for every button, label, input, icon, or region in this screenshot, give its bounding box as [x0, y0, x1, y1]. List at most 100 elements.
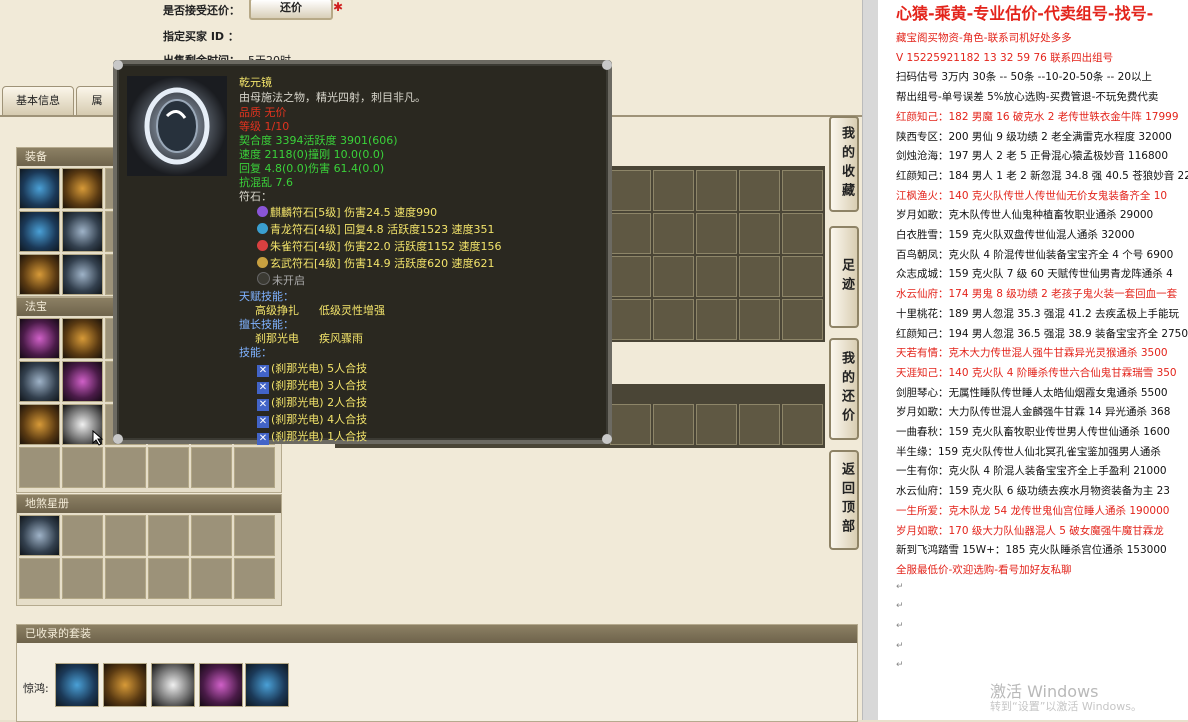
doc-line: 一曲春秋：159 克火队畜牧职业传世男人传世仙通杀 1600 [896, 426, 1170, 438]
doc-line: 红颜知己：182 男魔 16 破克水 2 老传世轶衣金牛阵 17999 [896, 110, 1179, 123]
treasure-slot[interactable] [62, 318, 103, 359]
treasure-slot[interactable] [191, 447, 232, 488]
combo-skill-icon: ✕ [257, 399, 269, 411]
doc-line: 陕西专区：200 男仙 9 级功绩 2 老全满雷克水程度 32000 [896, 130, 1172, 143]
star-map-slot[interactable] [62, 558, 103, 599]
inventory-slot[interactable] [653, 170, 694, 211]
inventory-slot[interactable] [653, 256, 694, 297]
equipment-slot[interactable] [19, 211, 60, 252]
paragraph-mark-icon: ↵ [896, 660, 904, 671]
doc-line: 天若有情：克木大力传世混人强牛甘霖异光灵猴通杀 3500 [896, 347, 1168, 360]
windows-activation-hint: 转到“设置”以激活 Windows。 [990, 700, 1142, 713]
star-map-slot[interactable] [105, 558, 146, 599]
treasure-slot[interactable] [19, 404, 60, 445]
suits-title: 已收录的套装 [17, 625, 857, 643]
tooltip-corner [602, 434, 612, 444]
star-map-slot[interactable] [191, 558, 232, 599]
inventory-slot[interactable] [739, 213, 780, 254]
inventory-slot[interactable] [696, 170, 737, 211]
inventory-slot[interactable] [782, 256, 823, 297]
suit-item[interactable] [199, 663, 243, 707]
suit-item[interactable] [245, 663, 289, 707]
treasure-slot[interactable] [62, 361, 103, 402]
suit-item[interactable] [151, 663, 195, 707]
star-map-slot[interactable] [234, 515, 275, 556]
inventory-slot[interactable] [610, 213, 651, 254]
inventory-slot[interactable] [610, 256, 651, 297]
treasure-slot[interactable] [19, 361, 60, 402]
combo-skill: (刹那光电) 2人合技 [271, 396, 368, 409]
doc-line: 扫码估号 3万内 30条 -- 50条 --10-20-50条 -- 20以上 [896, 71, 1153, 84]
tooltip-corner [113, 434, 123, 444]
doc-line: 帮出组号-单号误差 5%放心选购-买费管退-不玩免费代卖 [896, 91, 1159, 104]
rune-line: 朱雀符石[4级] 伤害22.0 活跃度1152 速度156 [270, 240, 502, 253]
inventory-slot[interactable] [696, 299, 737, 340]
inventory-slot[interactable] [782, 404, 823, 445]
star-map-slot[interactable] [234, 558, 275, 599]
window-separator [862, 0, 879, 720]
equipment-slot[interactable] [62, 211, 103, 252]
counter-offer-button[interactable]: 还价 [249, 0, 333, 20]
treasure-slot[interactable] [62, 447, 103, 488]
star-map-slot[interactable] [148, 558, 189, 599]
treasure-slot[interactable] [234, 447, 275, 488]
combo-skill: (刹那光电) 5人合技 [271, 362, 368, 375]
inventory-slot[interactable] [696, 256, 737, 297]
doc-line: V 15225921182 13 32 59 76 联系四出组号 [896, 51, 1114, 64]
combo-skill-icon: ✕ [257, 433, 269, 445]
star-map-slot[interactable] [191, 515, 232, 556]
inventory-slot[interactable] [696, 404, 737, 445]
doc-line: 新到飞鸿踏雪 15W+：185 克火队睡杀宫位通杀 153000 [896, 544, 1167, 557]
doc-line: 剑胆琴心：无属性睡队传世睡人太皓仙烟霞女鬼通杀 5500 [896, 386, 1168, 399]
equipment-slot[interactable] [62, 254, 103, 295]
suit-item[interactable] [103, 663, 147, 707]
treasure-slot[interactable] [148, 447, 189, 488]
inventory-slot[interactable] [653, 213, 694, 254]
runes-label: 符石： [239, 190, 272, 203]
star-map-slot[interactable] [19, 558, 60, 599]
inventory-slot[interactable] [653, 404, 694, 445]
xuanwu-rune-icon [257, 257, 268, 268]
equipment-slot[interactable] [19, 254, 60, 295]
star-map-slot[interactable] [62, 515, 103, 556]
doc-line: 十里桃花：189 男人忽混 35.3 强混 41.2 去疾孟极上手能玩 [896, 307, 1179, 320]
item-description: 由母施法之物，精光四射，刺目非凡。 [239, 91, 426, 104]
star-map-slot[interactable] [19, 515, 60, 556]
inventory-slot[interactable] [653, 299, 694, 340]
suit-item[interactable] [55, 663, 99, 707]
doc-line: 藏宝阁买物资-角色-联系司机好处多多 [896, 32, 1072, 44]
doc-title: 心猿-乘黄-专业估价-代卖组号-找号- [896, 4, 1154, 23]
tab-attributes[interactable]: 属 [76, 86, 118, 116]
side-tab-footprints[interactable]: 足迹 [829, 226, 859, 328]
paragraph-mark-icon: ↵ [896, 640, 904, 651]
treasure-slot[interactable] [105, 447, 146, 488]
inventory-slot[interactable] [610, 299, 651, 340]
treasure-slot[interactable] [19, 318, 60, 359]
inventory-slot[interactable] [610, 404, 651, 445]
inventory-slot[interactable] [610, 170, 651, 211]
inventory-slot[interactable] [696, 213, 737, 254]
inventory-slot[interactable] [739, 299, 780, 340]
treasure-slot[interactable] [19, 447, 60, 488]
side-tab-back-to-top[interactable]: 返回顶部 [829, 450, 859, 550]
doc-line: 天涯知己：140 克火队 4 阶睡杀传世六合仙鬼甘霖瑞雪 350 [896, 366, 1177, 379]
inventory-slot[interactable] [739, 404, 780, 445]
side-tab-my-offers[interactable]: 我的还价 [829, 338, 859, 440]
star-map-slot[interactable] [105, 515, 146, 556]
tab-basic-info[interactable]: 基本信息 [2, 86, 74, 116]
inventory-slot[interactable] [782, 213, 823, 254]
inventory-slot[interactable] [782, 299, 823, 340]
doc-line: 水云仙府：174 男鬼 8 级功绩 2 老孩子鬼火装一套回血一套 [896, 288, 1178, 301]
equipment-slot[interactable] [62, 168, 103, 209]
star-map-slot[interactable] [148, 515, 189, 556]
inventory-slot[interactable] [739, 256, 780, 297]
inventory-slot[interactable] [739, 170, 780, 211]
equipment-slot[interactable] [19, 168, 60, 209]
star-map-title: 地煞星册 [17, 495, 281, 513]
side-tab-favorites[interactable]: 我的收藏 [829, 116, 859, 212]
combo-skill-icon: ✕ [257, 365, 269, 377]
buyer-id-label: 指定买家 ID ： [163, 30, 239, 43]
combo-skill: (刹那光电) 4人合技 [271, 413, 368, 426]
inventory-slot[interactable] [782, 170, 823, 211]
doc-line: 岁月如歌：170 级大力队仙器混人 5 破女魔强牛魔甘霖龙 [896, 524, 1164, 537]
